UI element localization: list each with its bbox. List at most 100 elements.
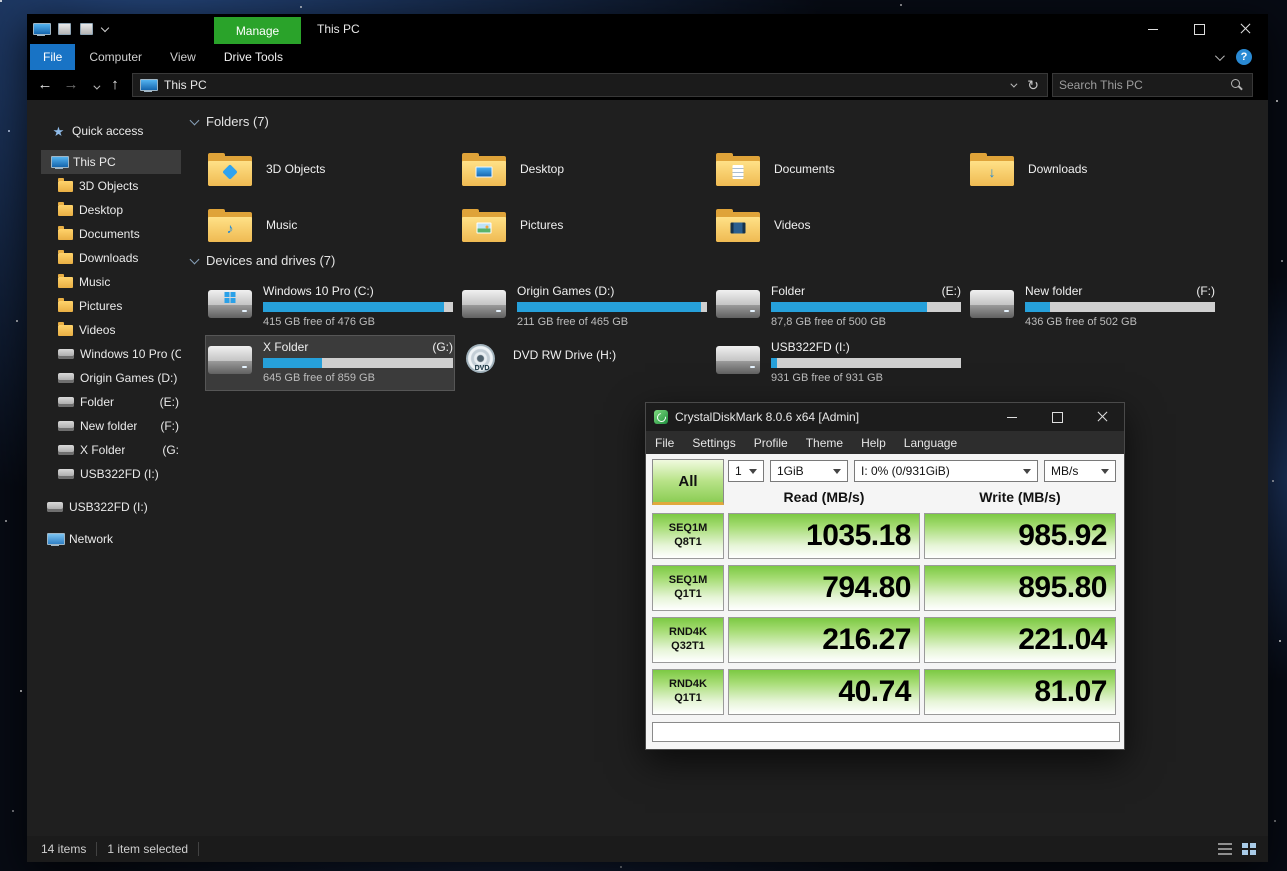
sidebar-item-drive-e[interactable]: Folder (E:): [41, 390, 181, 414]
folder-tile-3d-objects[interactable]: 3D Objects: [205, 141, 451, 197]
drives-section-header[interactable]: Devices and drives (7): [191, 253, 335, 268]
cdm-test-button-seq1m-q8t1[interactable]: SEQ1M Q8T1: [652, 513, 724, 559]
capacity-bar: [263, 358, 453, 368]
folder-tile-desktop[interactable]: Desktop: [459, 141, 705, 197]
hard-drive-icon: [970, 290, 1014, 318]
cdm-target-drive-select[interactable]: I: 0% (0/931GiB): [854, 460, 1038, 482]
folder-tile-documents[interactable]: Documents: [713, 141, 959, 197]
item-count: 14 items: [27, 842, 86, 856]
cdm-test-button-rnd4k-q32t1[interactable]: RND4K Q32T1: [652, 617, 724, 663]
qat-customize-chevron-icon[interactable]: [101, 23, 109, 31]
sidebar-item-desktop[interactable]: Desktop: [41, 198, 181, 222]
cdm-menu-help[interactable]: Help: [852, 436, 895, 450]
search-icon[interactable]: [1231, 79, 1244, 92]
cdm-test-count-select[interactable]: 1: [728, 460, 764, 482]
cdm-unit-select[interactable]: MB/s: [1044, 460, 1116, 482]
drive-tile-e[interactable]: Folder(E:) 87,8 GB free of 500 GB: [713, 279, 963, 335]
cdm-test-size-select[interactable]: 1GiB: [770, 460, 848, 482]
cdm-write-result-cell[interactable]: 895.80: [924, 565, 1116, 611]
forward-button[interactable]: →: [61, 70, 81, 100]
collapse-chevron-icon[interactable]: [190, 254, 200, 264]
qat-properties-icon[interactable]: [58, 23, 71, 35]
folder-icon: ♪: [208, 209, 252, 242]
recent-locations-chevron-icon[interactable]: [85, 71, 105, 101]
cdm-menu-language[interactable]: Language: [895, 436, 966, 450]
ribbon-tabs: File Computer View Drive Tools ?: [27, 44, 1268, 70]
sidebar-item-drive-c[interactable]: Windows 10 Pro (C:: [41, 342, 181, 366]
cdm-read-result-cell[interactable]: 216.27: [728, 617, 920, 663]
large-icons-view-icon[interactable]: [1242, 843, 1256, 855]
tab-view[interactable]: View: [156, 44, 210, 70]
sidebar-item-quick-access[interactable]: ★ Quick access: [41, 119, 181, 143]
sidebar-label: Videos: [79, 323, 115, 337]
cdm-menu-profile[interactable]: Profile: [745, 436, 797, 450]
window-controls: [1130, 14, 1268, 44]
sidebar-item-drive-d[interactable]: Origin Games (D:): [41, 366, 181, 390]
sidebar-item-downloads[interactable]: Downloads: [41, 246, 181, 270]
sidebar-item-usb-root[interactable]: USB322FD (I:): [41, 495, 181, 519]
sidebar-item-pictures[interactable]: Pictures: [41, 294, 181, 318]
folder-tile-pictures[interactable]: Pictures: [459, 197, 705, 253]
cdm-comment-input[interactable]: [652, 722, 1120, 742]
drive-tile-g-selected[interactable]: X Folder(G:) 645 GB free of 859 GB: [205, 335, 455, 391]
capacity-bar: [771, 358, 961, 368]
up-button[interactable]: ↑: [105, 70, 125, 100]
close-button[interactable]: [1222, 14, 1268, 44]
search-input[interactable]: [1053, 78, 1231, 92]
folder-tile-downloads[interactable]: ↓ Downloads: [967, 141, 1213, 197]
ribbon-expand-chevron-icon[interactable]: [1215, 51, 1225, 61]
cdm-menu-file[interactable]: File: [646, 436, 683, 450]
collapse-chevron-icon[interactable]: [190, 115, 200, 125]
cdm-menu-theme[interactable]: Theme: [797, 436, 852, 450]
sidebar-item-documents[interactable]: Documents: [41, 222, 181, 246]
cdm-test-button-rnd4k-q1t1[interactable]: RND4K Q1T1: [652, 669, 724, 715]
tab-drive-tools[interactable]: Drive Tools: [210, 44, 297, 70]
cdm-all-button[interactable]: All: [652, 459, 724, 505]
cdm-write-result-cell[interactable]: 81.07: [924, 669, 1116, 715]
drive-tile-d[interactable]: Origin Games (D:) 211 GB free of 465 GB: [459, 279, 709, 335]
cdm-write-result-cell[interactable]: 985.92: [924, 513, 1116, 559]
tab-computer[interactable]: Computer: [75, 44, 156, 70]
manage-contextual-tab[interactable]: Manage: [214, 17, 301, 44]
drive-tile-dvd[interactable]: DVD DVD RW Drive (H:): [459, 335, 709, 391]
details-view-icon[interactable]: [1218, 843, 1232, 855]
maximize-button[interactable]: [1176, 14, 1222, 44]
cdm-read-result-cell[interactable]: 1035.18: [728, 513, 920, 559]
drive-tile-f[interactable]: New folder(F:) 436 GB free of 502 GB: [967, 279, 1217, 335]
address-bar[interactable]: This PC ↻: [132, 73, 1048, 97]
selected-value: 1: [735, 464, 742, 478]
sidebar-item-network[interactable]: Network: [41, 527, 181, 551]
help-icon[interactable]: ?: [1236, 49, 1252, 65]
folder-tile-videos[interactable]: Videos: [713, 197, 959, 253]
sidebar-item-drive-g[interactable]: X Folder (G:: [41, 438, 181, 462]
breadcrumb[interactable]: This PC: [164, 78, 207, 92]
address-dropdown-chevron-icon[interactable]: [1011, 80, 1018, 87]
folders-section-header[interactable]: Folders (7): [191, 114, 269, 129]
refresh-icon[interactable]: ↻: [1027, 77, 1039, 94]
cdm-minimize-button[interactable]: [989, 403, 1034, 431]
cdm-menu-settings[interactable]: Settings: [683, 436, 744, 450]
cdm-write-result-cell[interactable]: 221.04: [924, 617, 1116, 663]
cdm-close-button[interactable]: [1079, 403, 1124, 431]
cdm-read-result-cell[interactable]: 40.74: [728, 669, 920, 715]
test-queue: Q1T1: [674, 692, 702, 706]
minimize-button[interactable]: [1130, 14, 1176, 44]
sidebar-item-music[interactable]: Music: [41, 270, 181, 294]
sidebar-item-this-pc[interactable]: This PC: [41, 150, 181, 174]
sidebar-item-drive-i[interactable]: USB322FD (I:): [41, 462, 181, 486]
tab-file[interactable]: File: [30, 44, 75, 70]
folder-tile-label: Pictures: [520, 218, 563, 232]
folder-icon: [58, 325, 73, 336]
sidebar-item-3d-objects[interactable]: 3D Objects: [41, 174, 181, 198]
cdm-maximize-button[interactable]: [1034, 403, 1079, 431]
qat-new-folder-icon[interactable]: [80, 23, 93, 35]
sidebar-item-videos[interactable]: Videos: [41, 318, 181, 342]
write-value: 81.07: [925, 670, 1115, 714]
folder-tile-music[interactable]: ♪ Music: [205, 197, 451, 253]
drive-tile-c[interactable]: Windows 10 Pro (C:) 415 GB free of 476 G…: [205, 279, 455, 335]
drive-tile-usb[interactable]: USB322FD (I:) 931 GB free of 931 GB: [713, 335, 963, 391]
cdm-read-result-cell[interactable]: 794.80: [728, 565, 920, 611]
back-button[interactable]: ←: [35, 70, 55, 100]
cdm-test-button-seq1m-q1t1[interactable]: SEQ1M Q1T1: [652, 565, 724, 611]
sidebar-item-drive-f[interactable]: New folder (F:): [41, 414, 181, 438]
